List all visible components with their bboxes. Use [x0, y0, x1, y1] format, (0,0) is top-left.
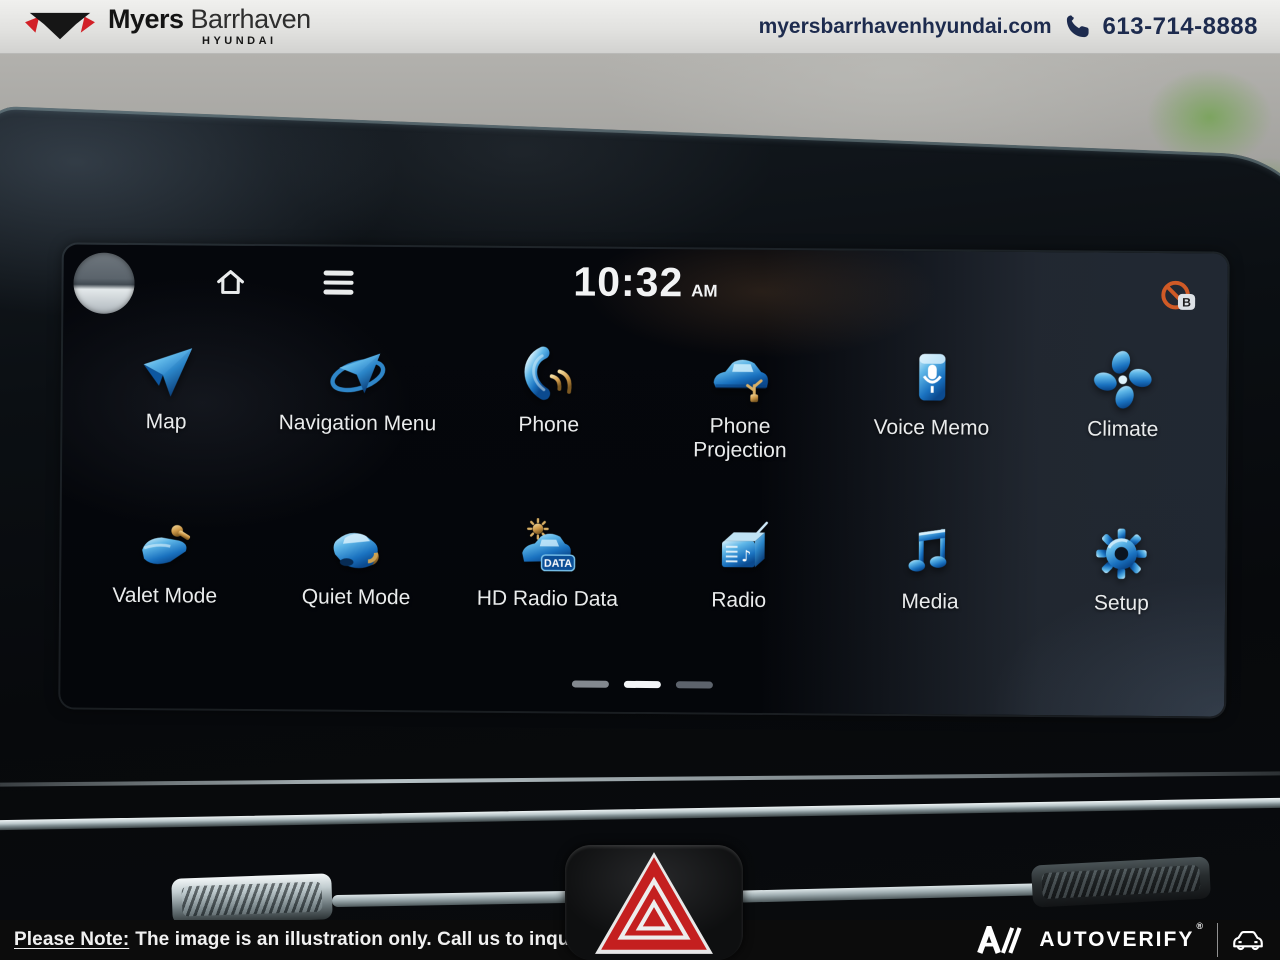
- app-label: Radio: [711, 589, 766, 613]
- map-icon: [135, 341, 197, 403]
- myers-logo-mark-icon: [22, 10, 98, 44]
- app-quiet-mode[interactable]: Quiet Mode: [260, 516, 452, 610]
- dealer-banner: Myers Barrhaven HYUNDAI myersbarrhavenhy…: [0, 0, 1280, 54]
- data-badge: DATA: [544, 558, 572, 570]
- vehicle-photo-page: Myers Barrhaven HYUNDAI myersbarrhavenhy…: [0, 0, 1280, 960]
- home-icon[interactable]: [211, 264, 249, 300]
- app-media[interactable]: Media: [834, 521, 1026, 615]
- driver-profile-avatar[interactable]: [73, 253, 134, 314]
- bluetooth-badge: B: [1182, 296, 1191, 310]
- phone-projection-icon: [709, 346, 771, 408]
- app-label: Map: [146, 410, 187, 434]
- bluetooth-disconnected-icon: B: [1159, 279, 1201, 317]
- menu-hamburger-icon[interactable]: [323, 270, 353, 294]
- app-label: Quiet Mode: [302, 585, 411, 609]
- app-valet-mode[interactable]: Valet Mode: [69, 514, 261, 608]
- phone-handset-icon: [1064, 13, 1091, 40]
- dealer-website: myersbarrhavenhyundai.com: [759, 15, 1052, 39]
- dealer-phone: 613-714-8888: [1103, 13, 1258, 41]
- app-label: Voice Memo: [874, 416, 990, 440]
- app-label: Phone Projection: [677, 414, 803, 462]
- radio-icon: ♪: [708, 520, 770, 582]
- app-label: Valet Mode: [112, 584, 217, 608]
- autoverify-brand: AUTOVERIFY®: [977, 923, 1266, 957]
- clock: 10:32 AM: [573, 258, 718, 306]
- infotainment-screen: 10:32 AM B Map: [60, 244, 1228, 716]
- registered-mark: ®: [1196, 921, 1205, 931]
- app-grid-row1: Map Navigation Menu Phone: [70, 340, 1219, 465]
- autoverify-wordmark: AUTOVERIFY®: [1039, 928, 1205, 952]
- phone-app-icon: [518, 344, 580, 406]
- dealer-logo: Myers Barrhaven HYUNDAI: [22, 6, 311, 47]
- navigation-menu-icon: [327, 343, 389, 405]
- app-phone[interactable]: Phone: [453, 344, 645, 462]
- page-dot-active: [624, 681, 661, 688]
- page-dot: [572, 680, 609, 687]
- hd-radio-data-icon: DATA: [517, 518, 579, 580]
- hazard-triangle-icon: [593, 850, 715, 956]
- dealer-name-bold: Myers: [108, 6, 184, 33]
- quiet-mode-icon: [325, 517, 387, 579]
- dealer-name-light: Barrhaven: [191, 6, 311, 33]
- clock-time: 10:32: [573, 258, 683, 306]
- footer-divider: [1217, 923, 1218, 957]
- autoverify-logo-icon: [977, 926, 1027, 954]
- app-voice-memo[interactable]: Voice Memo: [835, 347, 1027, 465]
- app-grid-row2: Valet Mode Quiet Mode: [69, 514, 1218, 616]
- app-label: Media: [901, 590, 958, 614]
- disclaimer-note: Please Note: The image is an illustration…: [14, 929, 598, 951]
- note-label: Please Note:: [14, 929, 129, 950]
- dealer-sub-brand: HYUNDAI: [202, 36, 277, 47]
- svg-text:♪: ♪: [741, 547, 751, 565]
- setup-gear-icon: [1091, 523, 1153, 585]
- app-map[interactable]: Map: [70, 340, 262, 458]
- app-label: HD Radio Data: [477, 587, 618, 612]
- app-phone-projection[interactable]: Phone Projection: [644, 345, 836, 463]
- note-text: The image is an illustration only. Call …: [135, 929, 598, 950]
- dealer-name: Myers Barrhaven HYUNDAI: [108, 6, 311, 47]
- app-label: Climate: [1087, 417, 1158, 441]
- car-icon: [1230, 928, 1266, 952]
- app-radio[interactable]: ♪ Radio: [643, 519, 835, 613]
- page-indicator: [572, 680, 713, 688]
- app-label: Setup: [1094, 592, 1149, 616]
- app-climate[interactable]: Climate: [1027, 348, 1219, 466]
- app-label: Navigation Menu: [279, 411, 437, 436]
- voice-memo-icon: [901, 347, 963, 409]
- clock-meridiem: AM: [691, 281, 718, 301]
- page-dot: [676, 681, 713, 688]
- hazard-light-button: [565, 845, 743, 960]
- app-hd-radio-data[interactable]: DATA HD Radio Data: [452, 517, 644, 611]
- climate-fan-icon: [1092, 349, 1154, 411]
- app-navigation-menu[interactable]: Navigation Menu: [261, 342, 453, 460]
- dealer-contact: myersbarrhavenhyundai.com 613-714-8888: [759, 13, 1258, 41]
- valet-mode-icon: [134, 515, 196, 577]
- app-label: Phone: [518, 413, 579, 437]
- vent-control-left: [171, 873, 333, 925]
- app-setup[interactable]: Setup: [1026, 522, 1218, 616]
- media-music-icon: [899, 521, 961, 583]
